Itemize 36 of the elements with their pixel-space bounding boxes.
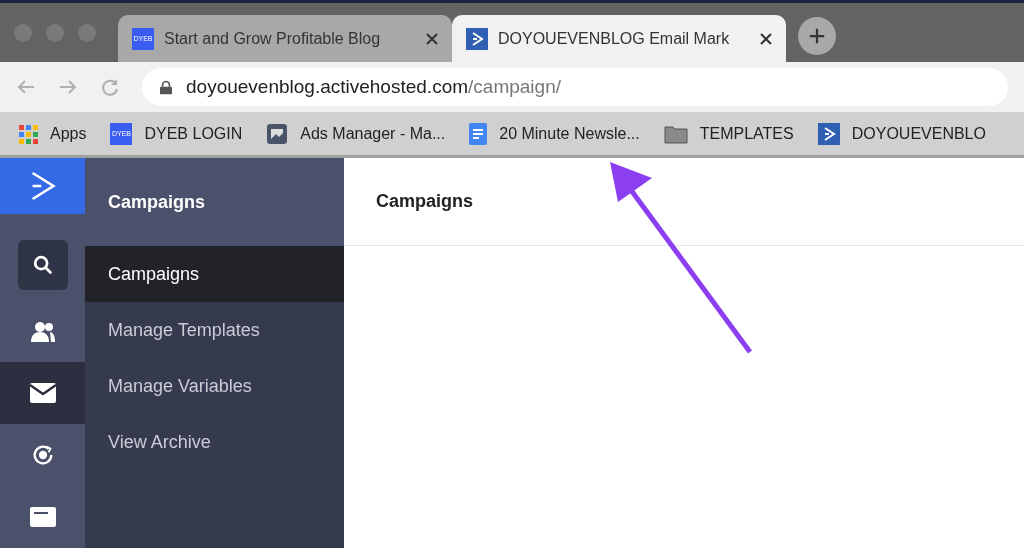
people-icon bbox=[29, 319, 56, 343]
app-logo[interactable] bbox=[0, 158, 85, 214]
tab-title: Start and Grow Profitable Blog bbox=[164, 28, 382, 49]
bookmark[interactable]: 20 Minute Newsle... bbox=[469, 121, 640, 146]
nav-item[interactable]: Manage Variables bbox=[85, 358, 344, 414]
browser-tab[interactable]: DOYOUEVENBLOG Email Mark bbox=[452, 15, 786, 62]
page-title: Campaigns bbox=[376, 190, 474, 213]
bookmark[interactable]: Apps bbox=[18, 121, 87, 146]
close-icon[interactable] bbox=[426, 32, 438, 45]
chevron-logo-icon bbox=[466, 27, 488, 50]
tab-title: DOYOUEVENBLOG Email Mark bbox=[498, 28, 731, 49]
image-frame-icon bbox=[266, 122, 289, 145]
search-button[interactable] bbox=[17, 240, 68, 290]
bookmark[interactable]: DOYOUEVENBLO bbox=[817, 121, 986, 146]
document-icon bbox=[469, 122, 488, 145]
gear-cycle-icon bbox=[30, 443, 55, 467]
bookmark[interactable]: TEMPLATES bbox=[663, 121, 794, 146]
address-bar[interactable]: doyouevenblog.activehosted.com/campaign/ bbox=[142, 68, 1008, 106]
nav-item[interactable]: Campaigns bbox=[85, 246, 344, 302]
folder-icon bbox=[663, 123, 688, 144]
url-text: doyouevenblog.activehosted.com/campaign/ bbox=[186, 74, 561, 99]
nav-item[interactable]: View Archive bbox=[85, 414, 344, 470]
apps-grid-icon bbox=[18, 123, 38, 144]
search-icon bbox=[31, 254, 54, 276]
lock-icon bbox=[160, 79, 172, 95]
bookmark[interactable]: Ads Manager - Ma... bbox=[266, 121, 446, 146]
form-icon bbox=[29, 507, 56, 527]
chevron-logo-icon bbox=[817, 122, 840, 145]
close-icon[interactable] bbox=[760, 32, 772, 45]
rail-button[interactable] bbox=[0, 362, 85, 424]
chevron-logo-icon bbox=[29, 170, 56, 202]
section-title: Campaigns bbox=[108, 190, 206, 214]
plus-icon bbox=[808, 26, 826, 45]
envelope-icon bbox=[29, 383, 56, 403]
nav-item[interactable]: Manage Templates bbox=[85, 302, 344, 358]
new-tab-button[interactable] bbox=[798, 16, 836, 55]
